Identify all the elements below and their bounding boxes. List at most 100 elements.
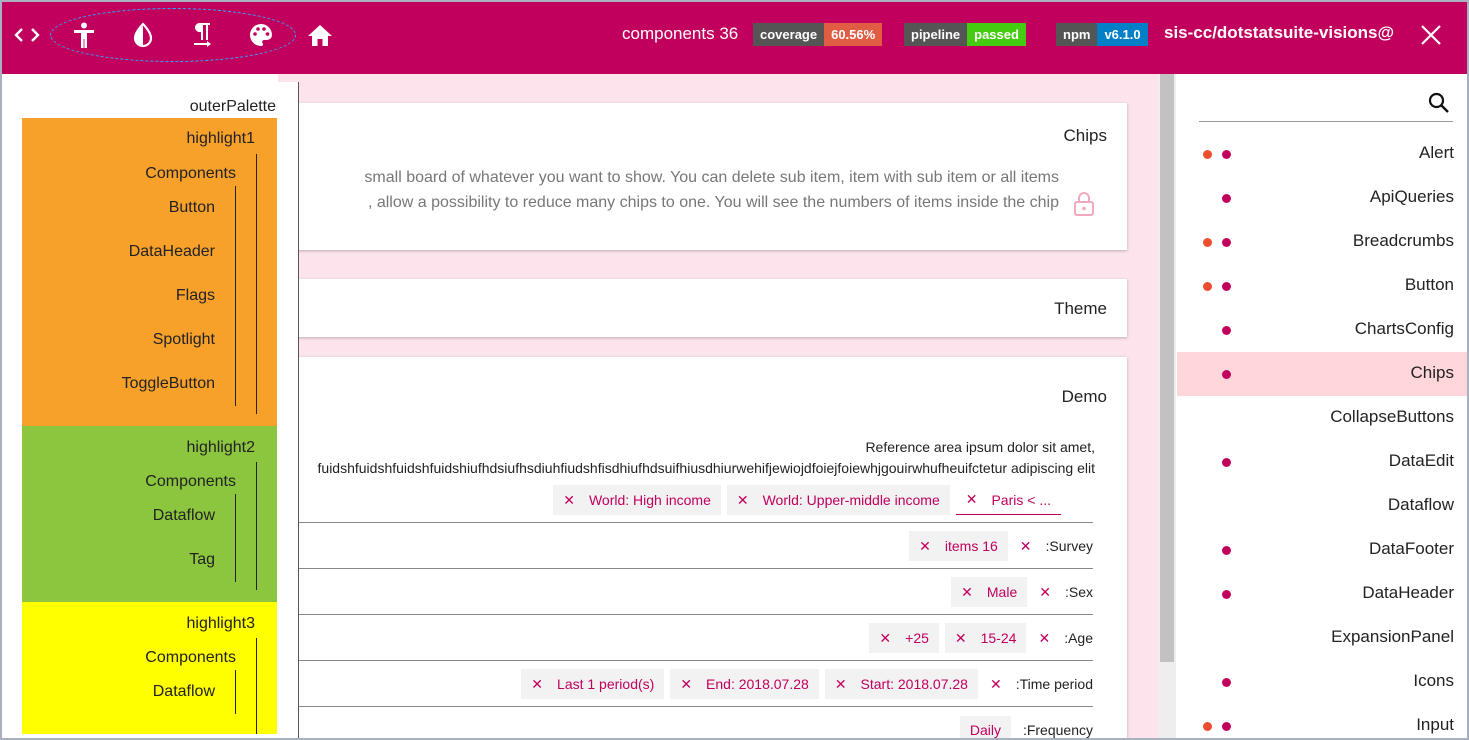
- nav-item-chips[interactable]: Chips: [1177, 352, 1467, 396]
- close-icon[interactable]: [1416, 20, 1446, 50]
- components-count: components 36: [622, 24, 739, 43]
- nav-item-collapsebuttons[interactable]: CollapseButtons: [1177, 396, 1467, 440]
- chip[interactable]: ✕ World: High income: [553, 485, 721, 515]
- chip[interactable]: ✕ World: Upper-middle income: [726, 485, 950, 515]
- text-direction-icon[interactable]: [188, 20, 218, 50]
- status-dot: [1222, 458, 1231, 467]
- lock-icon[interactable]: [1073, 191, 1095, 222]
- remove-chip-icon[interactable]: ✕: [680, 676, 692, 693]
- nav-item-icons[interactable]: Icons: [1177, 660, 1467, 704]
- nav-item-label: ChartsConfig: [1354, 319, 1454, 338]
- chip-label: Last 1 period(s): [557, 676, 655, 692]
- dimension-label[interactable]: ✕ :Age: [1032, 623, 1093, 653]
- search-input[interactable]: [1199, 121, 1453, 122]
- nav-item-label: DataHeader: [1362, 583, 1454, 602]
- nav-item-label: Dataflow: [1387, 495, 1454, 514]
- remove-chip-icon[interactable]: ✕: [966, 491, 978, 508]
- nav-item-input[interactable]: Input: [1177, 704, 1467, 738]
- chip[interactable]: Daily: [959, 716, 1011, 738]
- theme-card[interactable]: Theme: [278, 279, 1127, 337]
- dimension-label-text: :Survey: [1045, 538, 1093, 554]
- highlight-name: highlight3: [186, 615, 256, 632]
- remove-chip-icon[interactable]: ✕: [835, 676, 847, 693]
- coverage-badge[interactable]: coverage 60.56%: [753, 23, 883, 46]
- chip[interactable]: ✕ items 16: [909, 531, 1008, 561]
- nav-item-dataflow[interactable]: Dataflow: [1177, 484, 1467, 528]
- chip-row-frequency: Daily :Frequency: [278, 707, 1093, 738]
- chip[interactable]: ✕ Paris < ...: [955, 485, 1061, 515]
- pipeline-badge-key: pipeline: [904, 23, 968, 46]
- nav-item-dataheader[interactable]: DataHeader: [1177, 572, 1467, 616]
- nav-item-breadcrumbs[interactable]: Breadcrumbs: [1177, 220, 1467, 264]
- highlight-name: highlight1: [186, 130, 256, 147]
- home-icon[interactable]: [305, 20, 335, 50]
- accessibility-icon[interactable]: [69, 20, 99, 50]
- nav-item-dataedit[interactable]: DataEdit: [1177, 440, 1467, 484]
- status-dot: [1203, 722, 1212, 731]
- chip[interactable]: ✕ Start: 2018.07.28: [824, 669, 978, 699]
- remove-chip-icon[interactable]: ✕: [879, 630, 891, 647]
- chips-description-line2: , allow a possibility to reduce many chi…: [367, 194, 1059, 211]
- invert-colors-icon[interactable]: [128, 20, 158, 50]
- remove-dimension-icon[interactable]: ✕: [1020, 538, 1032, 555]
- dimension-label-text: :Sex: [1064, 584, 1093, 600]
- remove-chip-icon[interactable]: ✕: [531, 676, 543, 693]
- status-dot: [1222, 194, 1231, 203]
- reference-area-line2: fuidshfuidshfuidshfuidshiufhdsiufhsdiuhf…: [317, 460, 1095, 476]
- remove-dimension-icon[interactable]: ✕: [1038, 630, 1050, 647]
- remove-chip-icon[interactable]: ✕: [955, 630, 967, 647]
- chip-label: World: High income: [588, 492, 711, 508]
- nav-item-datafooter[interactable]: DataFooter: [1177, 528, 1467, 572]
- chip[interactable]: ✕ 15-24: [944, 623, 1027, 653]
- tree-line: [256, 638, 257, 734]
- chip[interactable]: ✕ Last 1 period(s): [521, 669, 665, 699]
- npm-badge-value: v6.1.0: [1097, 23, 1148, 46]
- scrollbar-thumb[interactable]: [1160, 74, 1174, 662]
- chip[interactable]: ✕ +25: [869, 623, 939, 653]
- nav-item-alert[interactable]: Alert: [1177, 132, 1467, 176]
- status-dot: [1222, 678, 1231, 687]
- remove-dimension-icon[interactable]: ✕: [1039, 584, 1051, 601]
- outer-palette-panel: outerPalette highlight1 Components Butto…: [2, 82, 299, 738]
- demo-card-title: Demo: [1061, 387, 1107, 406]
- repo-link[interactable]: sis-cc/dotstatsuite-visions@: [1164, 23, 1394, 43]
- chip[interactable]: ✕ Male: [951, 577, 1028, 607]
- code-icon[interactable]: [12, 20, 42, 50]
- nav-item-label: Alert: [1419, 143, 1454, 162]
- dimension-label[interactable]: ✕ :Survey: [1014, 531, 1093, 561]
- nav-item-apiqueries[interactable]: ApiQueries: [1177, 176, 1467, 220]
- nav-item-expansionpanel[interactable]: ExpansionPanel: [1177, 616, 1467, 660]
- highlight-item: Spotlight: [152, 331, 215, 348]
- status-dot: [1222, 238, 1231, 247]
- nav-item-label: DataFooter: [1368, 539, 1454, 558]
- remove-chip-icon[interactable]: ✕: [961, 584, 973, 601]
- highlight2-section: highlight2 Components Dataflow Tag: [22, 426, 277, 602]
- status-dot: [1222, 722, 1231, 731]
- chip-row-sex: ✕ Male ✕ :Sex: [278, 569, 1093, 615]
- remove-chip-icon[interactable]: ✕: [919, 538, 931, 555]
- remove-chip-icon[interactable]: ✕: [563, 492, 575, 509]
- content-scrollbar[interactable]: [1158, 74, 1176, 738]
- nav-item-label: ExpansionPanel: [1331, 627, 1454, 646]
- nav-item-button[interactable]: Button: [1177, 264, 1467, 308]
- dimension-label[interactable]: ✕:Time period: [984, 669, 1093, 699]
- chip-label: items 16: [944, 538, 998, 554]
- highlight-item: DataHeader: [128, 243, 215, 260]
- chip-label: Male: [986, 584, 1018, 600]
- nav-item-label: Input: [1416, 715, 1454, 734]
- chip[interactable]: ✕ End: 2018.07.28: [670, 669, 819, 699]
- npm-badge[interactable]: npm v6.1.0: [1056, 23, 1148, 46]
- palette-icon[interactable]: [246, 20, 276, 50]
- nav-item-chartsconfig[interactable]: ChartsConfig: [1177, 308, 1467, 352]
- dimension-label[interactable]: ✕ :Sex: [1033, 577, 1093, 607]
- chip-row-age: ✕ +25 ✕ 15-24 ✕ :Age: [278, 615, 1093, 661]
- nav-item-label: ApiQueries: [1369, 187, 1454, 206]
- coverage-badge-key: coverage: [753, 23, 825, 46]
- dimension-label-text: :Age: [1064, 630, 1093, 646]
- remove-chip-icon[interactable]: ✕: [737, 492, 749, 509]
- nav-item-label: CollapseButtons: [1330, 407, 1454, 426]
- tree-line: [256, 462, 257, 590]
- search-icon[interactable]: [1427, 91, 1451, 120]
- remove-dimension-icon[interactable]: ✕: [990, 676, 1002, 693]
- pipeline-badge[interactable]: pipeline passed: [904, 23, 1026, 46]
